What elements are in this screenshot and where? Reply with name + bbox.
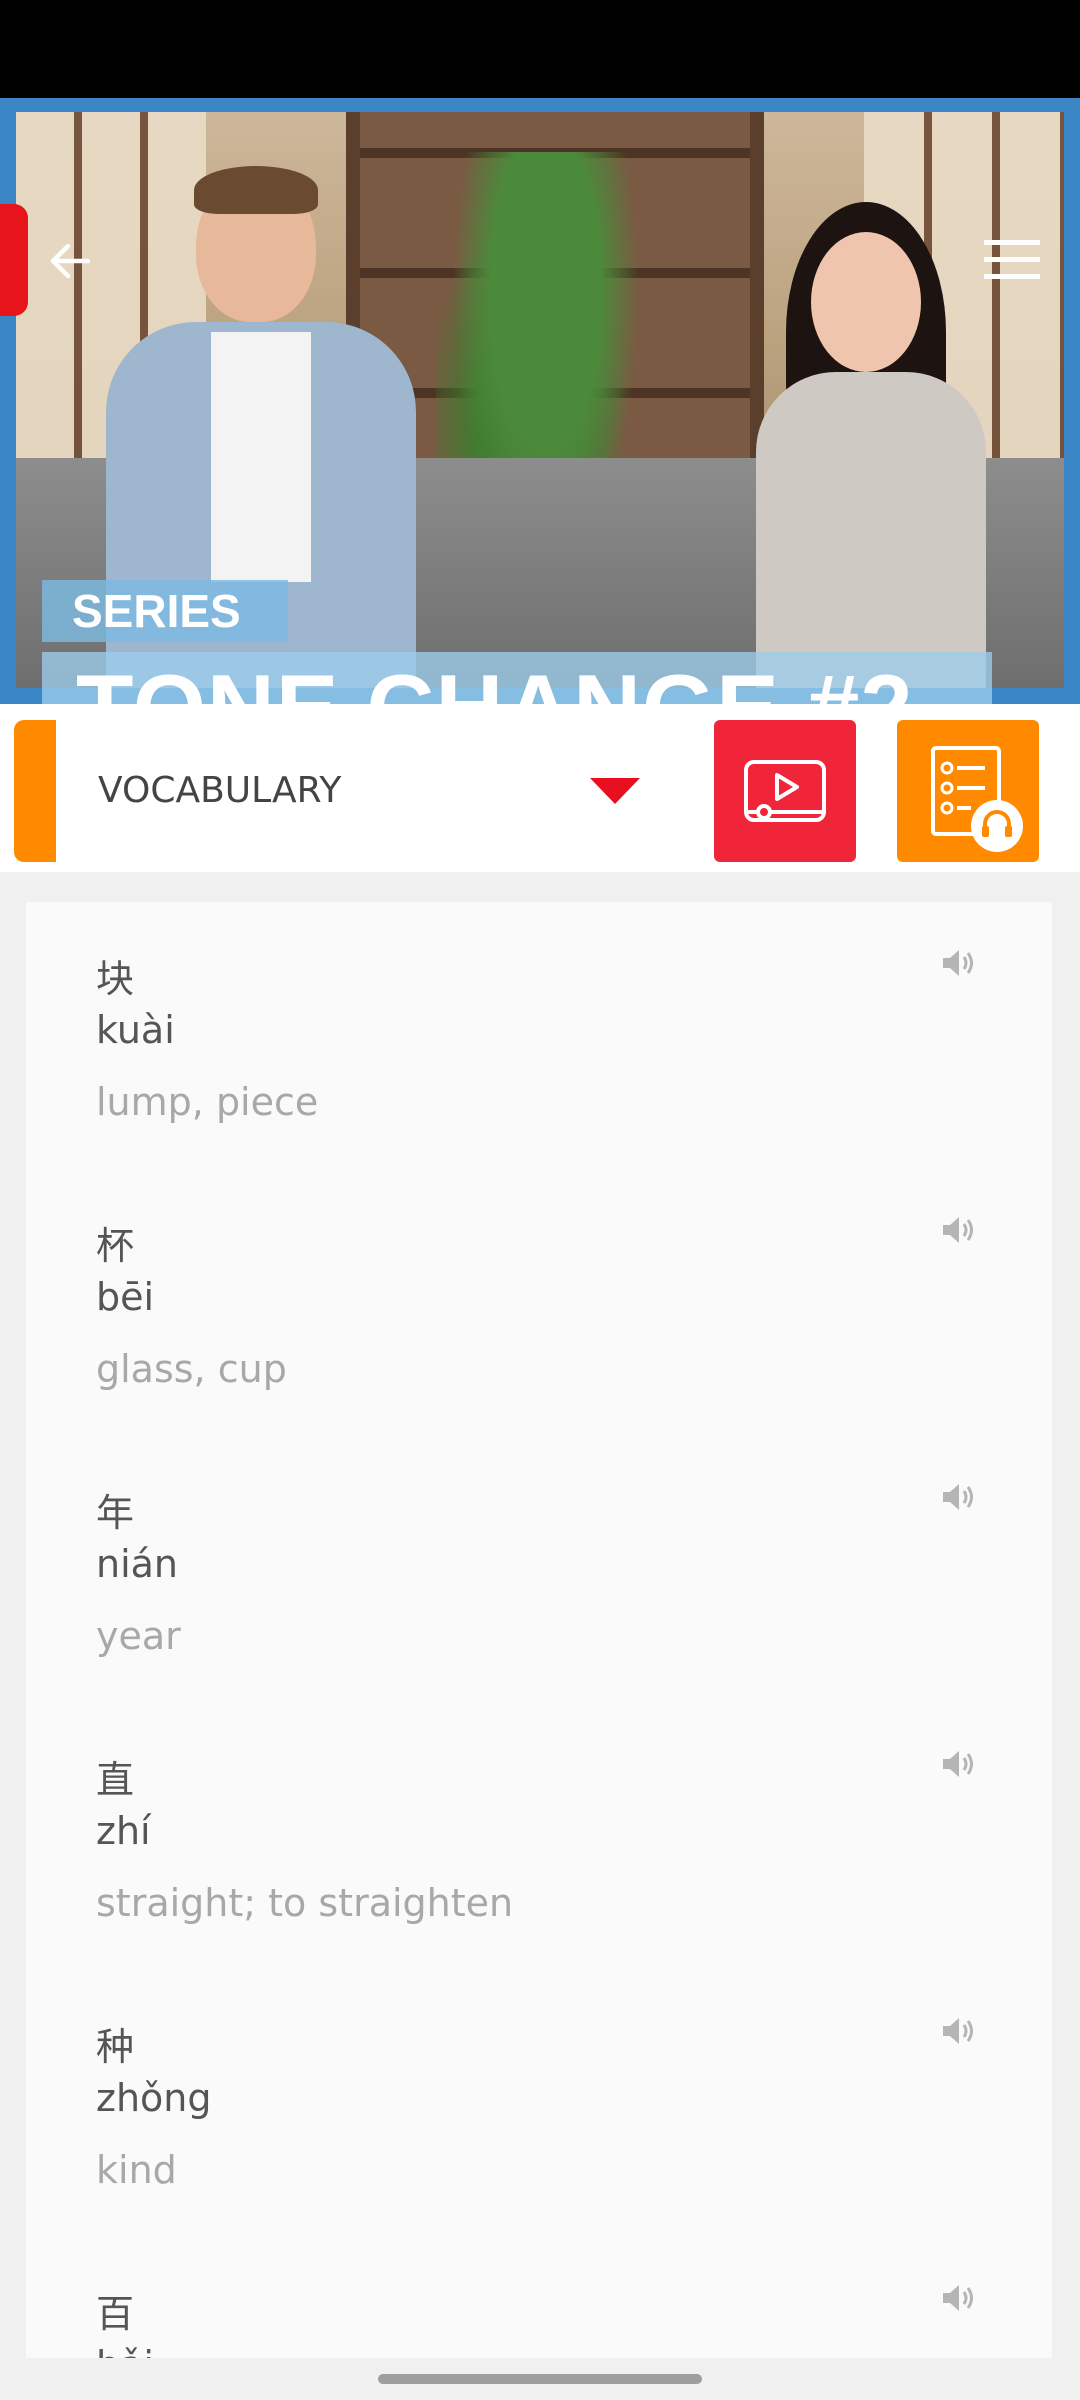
dropdown-arrow-icon (590, 778, 640, 804)
lesson-title: TONE CHANGE #2 (42, 652, 992, 704)
vocab-hanzi: 杯 (96, 1224, 135, 1268)
vocab-item[interactable]: 块 kuài lump, piece (26, 902, 1052, 1169)
home-indicator[interactable] (378, 2374, 702, 2384)
vocab-hanzi: 块 (96, 957, 135, 1001)
speaker-icon[interactable] (940, 2281, 976, 2315)
speaker-icon[interactable] (940, 1747, 976, 1781)
vocab-meaning: glass, cup (96, 1347, 287, 1391)
vocab-pinyin: nián (96, 1542, 179, 1586)
section-select[interactable]: VOCABULARY (56, 720, 656, 862)
vocab-item[interactable]: 种 zhǒng kind (26, 1970, 1052, 2237)
vocab-hanzi: 直 (96, 1758, 135, 1802)
vocab-item[interactable]: 直 zhí straight; to straighten (26, 1703, 1052, 1970)
vocab-pinyin: bǎi (96, 2343, 154, 2358)
select-accent-bar (14, 720, 56, 862)
vocab-pinyin: zhǒng (96, 2076, 212, 2120)
lesson-hero: SERIES TONE CHANGE #2 (0, 98, 1080, 704)
vocab-meaning: straight; to straighten (96, 1881, 514, 1925)
vocab-meaning: lump, piece (96, 1080, 319, 1124)
speaker-icon[interactable] (940, 1480, 976, 1514)
vocabulary-list: 块 kuài lump, piece 杯 bēi glass, cup 年 ni… (26, 902, 1052, 2358)
video-player-icon (744, 760, 826, 822)
lesson-toolbar: VOCABULARY (0, 704, 1080, 872)
vocab-hanzi: 百 (96, 2292, 135, 2336)
vocab-item[interactable]: 百 bǎi (26, 2237, 1052, 2358)
vocab-hanzi: 年 (96, 1491, 135, 1535)
vocab-pinyin: bēi (96, 1275, 155, 1319)
vocab-meaning: kind (96, 2148, 177, 2192)
audio-notes-icon (931, 746, 1023, 852)
speaker-icon[interactable] (940, 946, 976, 980)
video-button[interactable] (714, 720, 856, 862)
vocab-pinyin: kuài (96, 1008, 175, 1052)
back-arrow-icon[interactable] (44, 234, 98, 288)
speaker-icon[interactable] (940, 2014, 976, 2048)
side-drawer-tab[interactable] (0, 204, 28, 316)
vocab-pinyin: zhí (96, 1809, 151, 1853)
audio-notes-button[interactable] (897, 720, 1039, 862)
speaker-icon[interactable] (940, 1213, 976, 1247)
vocab-item[interactable]: 杯 bēi glass, cup (26, 1169, 1052, 1436)
vocab-hanzi: 种 (96, 2025, 135, 2069)
status-bar (0, 0, 1080, 98)
vocab-meaning: year (96, 1614, 181, 1658)
series-label: SERIES (42, 580, 288, 642)
hamburger-menu-icon[interactable] (984, 238, 1040, 282)
vocab-item[interactable]: 年 nián year (26, 1436, 1052, 1703)
section-select-value: VOCABULARY (98, 770, 342, 811)
